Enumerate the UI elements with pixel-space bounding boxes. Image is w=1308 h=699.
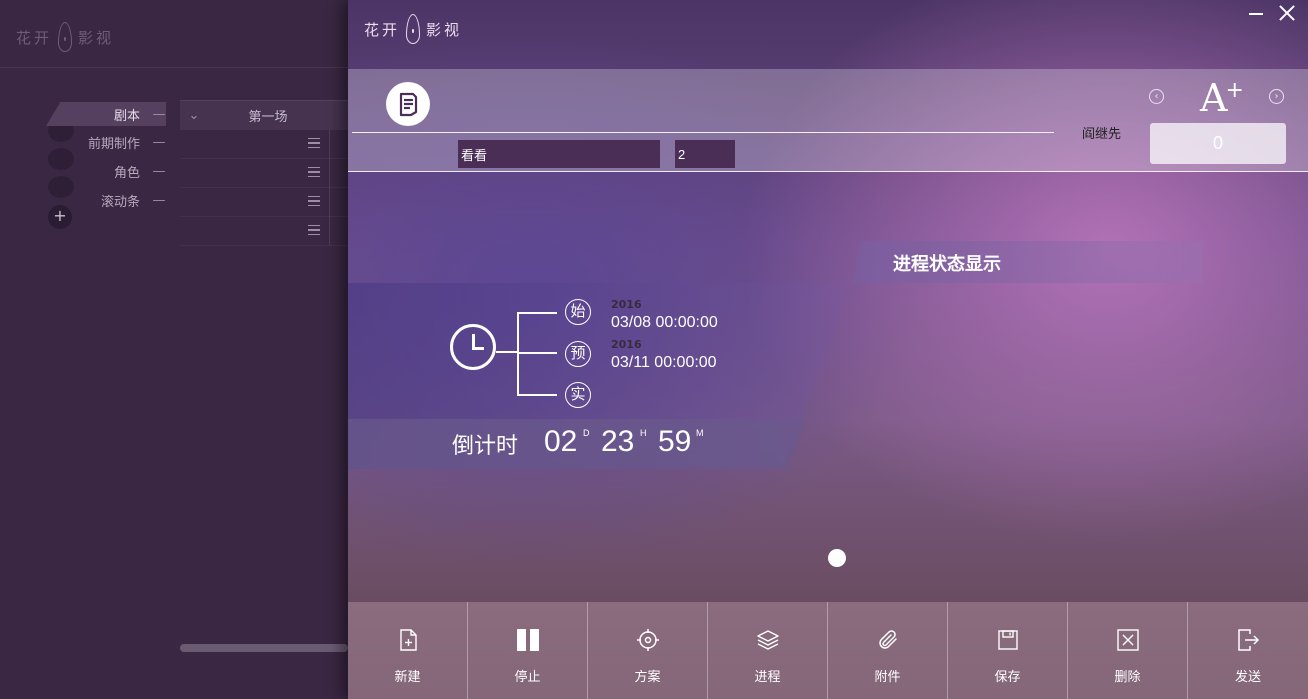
plan-button-label: 方案 xyxy=(634,670,661,685)
delete-button[interactable]: 删除 xyxy=(1068,602,1188,699)
table-row[interactable] xyxy=(180,130,348,159)
horizontal-scrollbar[interactable] xyxy=(180,644,348,652)
sidebar-item-preproduction[interactable]: 前期制作 — xyxy=(46,130,166,154)
start-date: 03/08 00:00:00 xyxy=(611,314,718,331)
send-button-label: 发送 xyxy=(1234,670,1261,685)
new-button[interactable]: 新建 xyxy=(348,602,468,699)
logo-text-left: 花开 xyxy=(364,20,401,39)
layers-icon xyxy=(756,628,780,652)
number-field[interactable] xyxy=(675,140,735,168)
logo-flame-icon xyxy=(406,14,421,44)
stop-button-label: 停止 xyxy=(514,670,541,685)
divider xyxy=(329,130,330,159)
new-file-icon xyxy=(396,628,420,652)
scene-table: ⌄ 第一场 xyxy=(180,100,348,246)
add-button[interactable]: + xyxy=(48,205,72,229)
plan-button[interactable]: 方案 xyxy=(588,602,708,699)
attachment-button-label: 附件 xyxy=(874,670,901,685)
countdown-hours: 23 xyxy=(601,425,635,458)
countdown-minutes: 59 xyxy=(658,425,692,458)
countdown-label: 倒计时 xyxy=(452,434,519,459)
table-header: ⌄ 第一场 xyxy=(180,100,348,130)
status-title: 进程状态显示 xyxy=(893,254,1001,275)
countdown-minutes-unit: M xyxy=(696,428,704,438)
background-header: 花开 影视 xyxy=(0,0,348,68)
new-button-label: 新建 xyxy=(394,670,421,685)
target-icon xyxy=(636,628,660,652)
save-button-label: 保存 xyxy=(994,670,1021,685)
font-size-increase-button[interactable]: A+ xyxy=(1200,74,1246,129)
stop-button[interactable]: 停止 xyxy=(468,602,588,699)
logo-text-left: 花开 xyxy=(16,28,53,47)
table-row[interactable] xyxy=(180,159,348,188)
table-header-title: 第一场 xyxy=(248,110,288,125)
save-icon xyxy=(996,628,1020,652)
timeline-connector xyxy=(496,351,517,353)
chevron-left-icon[interactable]: ‹ xyxy=(1149,89,1164,104)
clock-icon xyxy=(450,324,496,370)
plus-icon: + xyxy=(1225,78,1244,103)
sidebar-item-label: 角色 xyxy=(113,165,140,181)
pause-icon xyxy=(516,628,540,652)
menu-icon[interactable] xyxy=(308,225,320,235)
task-dialog: 花开 影视 阎继先 ‹ A+ › 0 进程状态显示 始 预 实 2016 03/… xyxy=(348,0,1308,699)
name-field[interactable] xyxy=(458,140,660,168)
action-toolbar: 新建 停止 方案 进程 附件 保存 删除 发送 xyxy=(348,602,1308,699)
send-icon xyxy=(1236,628,1260,652)
divider xyxy=(352,132,1054,133)
collapse-icon[interactable]: — xyxy=(152,164,166,179)
collapse-icon[interactable]: — xyxy=(152,107,166,122)
sidebar-item-label: 前期制作 xyxy=(87,136,140,152)
delete-icon xyxy=(1116,628,1140,652)
progress-button[interactable]: 进程 xyxy=(708,602,828,699)
sidebar-item-label: 剧本 xyxy=(113,108,140,124)
paperclip-icon xyxy=(876,628,900,652)
start-badge: 始 xyxy=(565,299,591,325)
countdown-hours-unit: H xyxy=(640,428,647,438)
table-row[interactable] xyxy=(180,188,348,217)
assignee-label: 阎继先 xyxy=(1082,127,1122,142)
document-icon xyxy=(386,82,430,126)
planned-badge: 预 xyxy=(565,341,591,367)
sidebar-item-script[interactable]: 剧本 — xyxy=(46,102,166,126)
divider xyxy=(329,217,330,246)
collapse-icon[interactable]: — xyxy=(152,193,166,208)
table-row[interactable] xyxy=(180,217,348,246)
font-size-glyph: A xyxy=(1200,76,1228,120)
start-year: 2016 xyxy=(611,298,642,311)
send-button[interactable]: 发送 xyxy=(1188,602,1308,699)
count-display: 0 xyxy=(1150,123,1286,164)
collapse-icon[interactable]: — xyxy=(152,135,166,150)
dialog-logo: 花开 影视 xyxy=(364,14,462,44)
countdown-days: 02 xyxy=(544,425,578,458)
attachment-button[interactable]: 附件 xyxy=(828,602,948,699)
sidebar-item-characters[interactable]: 角色 — xyxy=(46,159,166,183)
timeline-connector xyxy=(517,394,557,396)
minimize-icon[interactable] xyxy=(1246,4,1266,24)
sidebar-item-label: 滚动条 xyxy=(100,194,140,210)
chevron-right-icon[interactable]: › xyxy=(1269,89,1284,104)
timeline-connector xyxy=(517,312,557,314)
logo-text-right: 影视 xyxy=(426,20,463,39)
chevron-down-icon[interactable]: ⌄ xyxy=(180,108,208,123)
save-button[interactable]: 保存 xyxy=(948,602,1068,699)
timeline-connector xyxy=(517,352,557,354)
divider xyxy=(329,159,330,188)
menu-icon[interactable] xyxy=(308,138,320,148)
delete-button-label: 删除 xyxy=(1114,670,1141,685)
planned-date: 03/11 00:00:00 xyxy=(611,354,717,371)
divider xyxy=(329,188,330,217)
planned-year: 2016 xyxy=(611,338,642,351)
pagination-dot[interactable] xyxy=(828,549,846,567)
actual-badge: 实 xyxy=(565,382,591,408)
close-icon[interactable] xyxy=(1276,2,1298,24)
menu-icon[interactable] xyxy=(308,167,320,177)
logo-flame-icon xyxy=(58,22,73,52)
background-logo: 花开 影视 xyxy=(16,22,114,52)
countdown-days-unit: D xyxy=(583,428,590,438)
menu-icon[interactable] xyxy=(308,196,320,206)
logo-text-right: 影视 xyxy=(78,28,115,47)
progress-button-label: 进程 xyxy=(754,670,781,685)
